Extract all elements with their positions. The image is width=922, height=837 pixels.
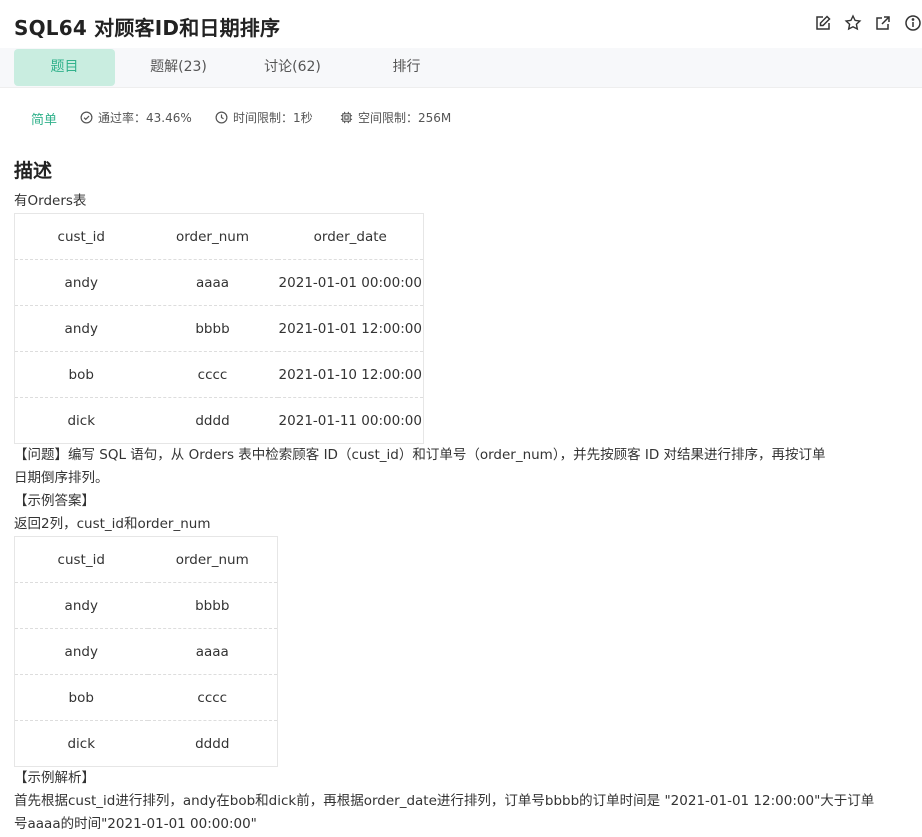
pass-rate: 通过率：43.46% <box>80 109 192 126</box>
table-row: bob cccc <box>14 674 278 721</box>
table-cell: 2021-01-01 12:00:00 <box>277 305 424 352</box>
example-answer-heading: 【示例答案】 <box>14 493 95 509</box>
table-cell: andy <box>14 582 148 629</box>
table-cell: cccc <box>147 674 278 721</box>
difficulty-badge: 简单 <box>31 113 58 128</box>
table-cell: bbbb <box>147 582 278 629</box>
table-cell: dddd <box>195 735 230 752</box>
table-cell: bob <box>14 674 148 721</box>
example-answer-intro: 返回2列，cust_id和order_num <box>14 516 211 532</box>
tab-discussion[interactable]: 讨论(62) <box>242 49 343 86</box>
check-circle-icon <box>80 111 93 124</box>
page-header: SQL64 对顾客ID和日期排序 <box>0 0 922 48</box>
problem-meta: 简单 通过率：43.46% 时间限制：1秒 空间限制：256M <box>0 106 922 128</box>
space-limit-text: 空间限制：256M <box>358 111 452 125</box>
table-cell: aaaa <box>147 628 278 675</box>
table-cell: aaaa <box>147 259 278 306</box>
table-row: andy aaaa 2021-01-01 00:00:00 <box>14 259 424 306</box>
table-header-cell: order_date <box>277 213 424 260</box>
time-limit: 时间限制：1秒 <box>215 109 313 126</box>
table-cell: dddd <box>195 412 230 429</box>
table-cell: 2021-01-01 00:00:00 <box>277 259 424 306</box>
tab-ranking[interactable]: 排行 <box>356 49 457 86</box>
space-limit: 空间限制：256M <box>340 109 451 126</box>
question-text-line-1: 【问题】编写 SQL 语句，从 Orders 表中检索顾客 ID（cust_id… <box>14 447 826 463</box>
chip-icon <box>340 111 353 124</box>
table-row: andy bbbb <box>14 582 278 629</box>
table-header-cell: cust_id <box>14 213 148 260</box>
table-header-cell: cust_id <box>14 536 148 583</box>
description-intro: 有Orders表 <box>14 193 87 209</box>
table-cell: andy <box>14 259 148 306</box>
question-text-line-2: 日期倒序排列。 <box>14 470 109 486</box>
answer-table: cust_id order_num andy bbbb andy aaaa bo… <box>14 536 278 767</box>
info-icon[interactable] <box>904 14 922 32</box>
tab-solutions[interactable]: 题解(23) <box>128 49 229 86</box>
table-row: andy bbbb 2021-01-01 12:00:00 <box>14 305 424 352</box>
table-cell: dick <box>67 735 96 752</box>
table-row: bob cccc 2021-01-10 12:00:00 <box>14 351 424 398</box>
analysis-heading: 【示例解析】 <box>14 770 95 786</box>
table-row: andy aaaa <box>14 628 278 675</box>
table-cell: 2021-01-10 12:00:00 <box>277 351 424 398</box>
header-actions <box>814 14 922 36</box>
table-cell: dick <box>67 412 96 429</box>
table-cell: bob <box>14 351 148 398</box>
tab-bar: 题目 题解(23) 讨论(62) 排行 <box>0 48 922 88</box>
analysis-text-line-2: 号aaaa的时间"2021-01-01 00:00:00" <box>14 816 257 832</box>
table-header-row: cust_id order_num <box>14 536 278 583</box>
problem-title: SQL64 对顾客ID和日期排序 <box>14 16 281 40</box>
star-icon[interactable] <box>844 14 862 32</box>
table-cell: cccc <box>147 351 278 398</box>
table-cell: andy <box>14 305 148 352</box>
table-row: dick dddd 2021-01-11 00:00:00 <box>15 398 424 444</box>
table-row: dick dddd <box>15 721 278 767</box>
table-cell: 2021-01-11 00:00:00 <box>278 412 422 429</box>
share-icon[interactable] <box>874 14 892 32</box>
edit-icon[interactable] <box>814 14 832 32</box>
table-cell: bbbb <box>147 305 278 352</box>
table-cell: andy <box>14 628 148 675</box>
tab-problem[interactable]: 题目 <box>14 49 115 86</box>
orders-table: cust_id order_num order_date andy aaaa 2… <box>14 213 424 444</box>
pass-rate-text: 通过率：43.46% <box>98 111 192 125</box>
analysis-text-line-1: 首先根据cust_id进行排列，andy在bob和dick前，再根据order_… <box>14 793 875 809</box>
time-limit-text: 时间限制：1秒 <box>233 111 313 125</box>
table-header-row: cust_id order_num order_date <box>14 213 424 260</box>
clock-icon <box>215 111 228 124</box>
table-header-cell: order_num <box>147 213 278 260</box>
table-header-cell: order_num <box>147 536 278 583</box>
description-heading: 描述 <box>14 160 53 182</box>
